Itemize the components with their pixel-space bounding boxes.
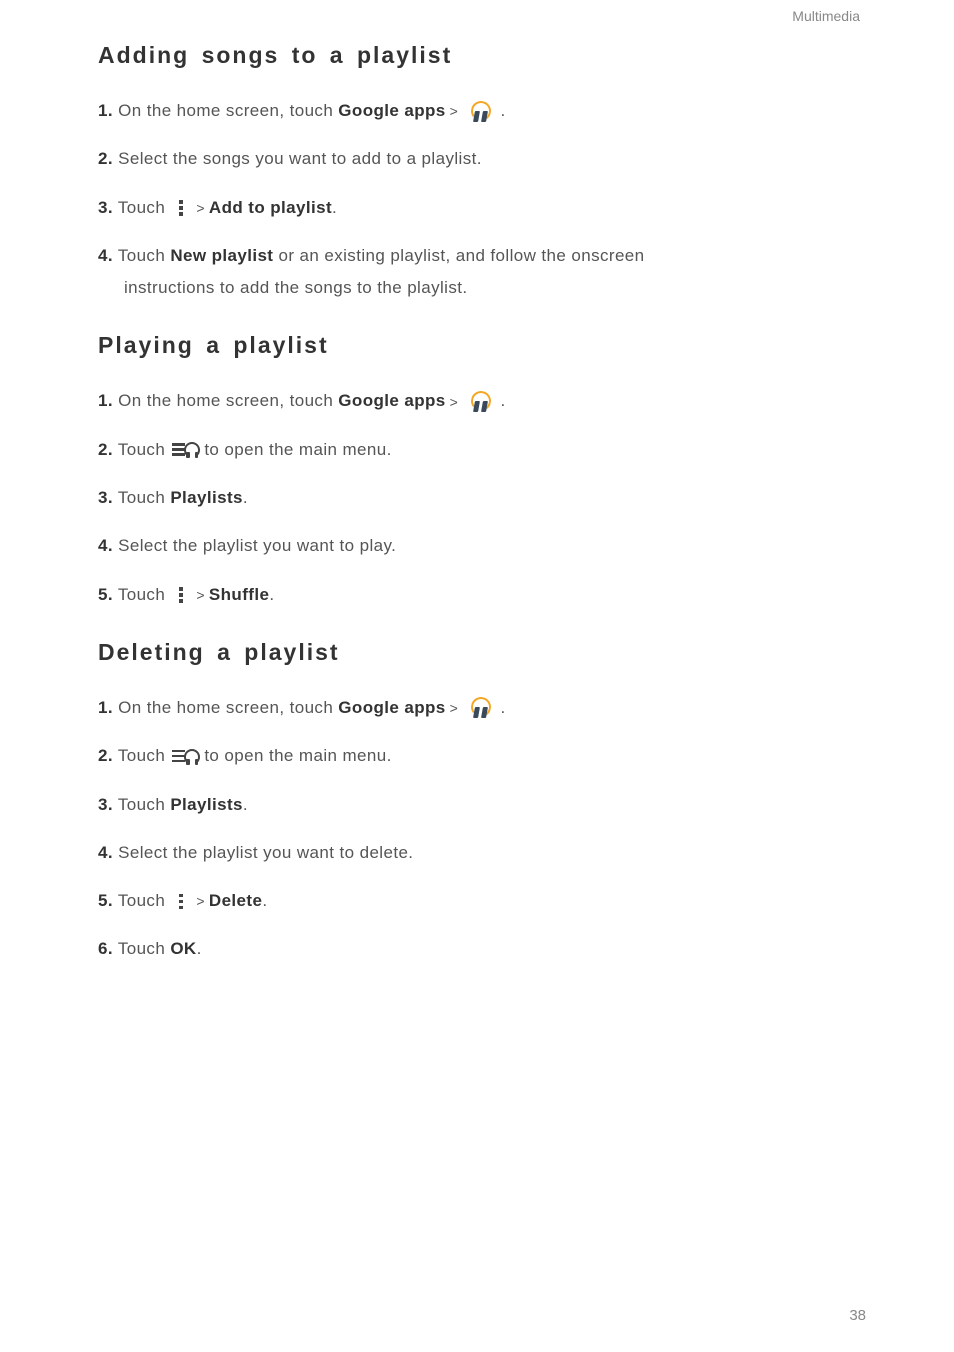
step-tail: . [332,198,337,217]
step-tail: . [243,795,248,814]
bold-text: Playlists [170,795,243,814]
bold-text: New playlist [170,246,273,265]
step-text: Touch [118,891,171,910]
step-number: 5. [98,891,113,910]
heading-adding-songs: Adding songs to a playlist [98,42,864,69]
step-text: Select the songs you want to add to a pl… [118,149,482,168]
step-number: 1. [98,101,113,120]
chevron-right-icon: > [196,582,205,609]
step-number: 3. [98,198,113,217]
more-icon [174,199,188,217]
step-text: Touch [118,488,171,507]
step-number: 4. [98,536,113,555]
step-tail: . [269,585,274,604]
step-number: 2. [98,440,113,459]
step-number: 1. [98,698,113,717]
bold-text: Delete [209,891,262,910]
step-number: 3. [98,795,113,814]
step-text: On the home screen, touch [118,101,338,120]
step-text: Select the playlist you want to delete. [118,843,413,862]
headphones-icon [469,391,493,413]
chevron-right-icon: > [196,195,205,222]
step-continuation: instructions to add the songs to the pla… [124,272,864,304]
heading-deleting-playlist: Deleting a playlist [98,639,864,666]
step-number: 6. [98,939,113,958]
step-tail: . [495,391,505,410]
step-tail: . [243,488,248,507]
bold-text: Playlists [170,488,243,507]
step: 4. Touch New playlist or an existing pla… [98,240,864,305]
page-number: 38 [849,1307,866,1324]
step-number: 1. [98,391,113,410]
bold-text: Google apps [338,101,445,120]
step-text: Touch [118,939,171,958]
step: 6. Touch OK. [98,933,864,965]
step: 1. On the home screen, touch Google apps… [98,95,864,127]
chevron-right-icon: > [450,695,459,722]
headphones-icon [469,101,493,123]
header-category: Multimedia [98,8,864,24]
step: 3. Touch >Add to playlist. [98,192,864,224]
step-text: Touch [118,198,171,217]
step-text: Select the playlist you want to play. [118,536,396,555]
step: 2. Touch to open the main menu. [98,434,864,466]
step-number: 2. [98,149,113,168]
step-tail: . [495,101,505,120]
step: 5. Touch >Shuffle. [98,579,864,611]
steps-adding: 1. On the home screen, touch Google apps… [98,95,864,304]
step-text: On the home screen, touch [118,391,338,410]
step-number: 4. [98,246,113,265]
step-number: 3. [98,488,113,507]
bold-text: Add to playlist [209,198,332,217]
step-tail: . [262,891,267,910]
heading-playing-playlist: Playing a playlist [98,332,864,359]
step: 4. Select the playlist you want to delet… [98,837,864,869]
step: 3. Touch Playlists. [98,482,864,514]
step-number: 5. [98,585,113,604]
step-text: to open the main menu. [204,440,391,459]
step: 2. Touch to open the main menu. [98,740,864,772]
step-text: or an existing playlist, and follow the … [273,246,644,265]
bold-text: Google apps [338,698,445,717]
bold-text: OK [170,939,196,958]
menu-headphones-icon [172,440,202,460]
step-tail: . [197,939,202,958]
step: 1. On the home screen, touch Google apps… [98,385,864,417]
bold-text: Google apps [338,391,445,410]
menu-headphones-icon [172,747,202,767]
step-number: 4. [98,843,113,862]
step-text: Touch [118,746,171,765]
step-text: to open the main menu. [204,746,391,765]
chevron-right-icon: > [450,389,459,416]
step: 4. Select the playlist you want to play. [98,530,864,562]
step: 2. Select the songs you want to add to a… [98,143,864,175]
more-icon [174,586,188,604]
headphones-icon [469,697,493,719]
steps-deleting: 1. On the home screen, touch Google apps… [98,692,864,966]
step: 5. Touch >Delete. [98,885,864,917]
step-tail: . [495,698,505,717]
step-text: Touch [118,246,171,265]
step-text: On the home screen, touch [118,698,338,717]
step-number: 2. [98,746,113,765]
chevron-right-icon: > [196,888,205,915]
chevron-right-icon: > [450,98,459,125]
step-text: Touch [118,585,171,604]
more-icon [174,893,188,911]
steps-playing: 1. On the home screen, touch Google apps… [98,385,864,610]
step: 3. Touch Playlists. [98,789,864,821]
step-text: Touch [118,795,171,814]
step-text: Touch [118,440,171,459]
bold-text: Shuffle [209,585,269,604]
step: 1. On the home screen, touch Google apps… [98,692,864,724]
